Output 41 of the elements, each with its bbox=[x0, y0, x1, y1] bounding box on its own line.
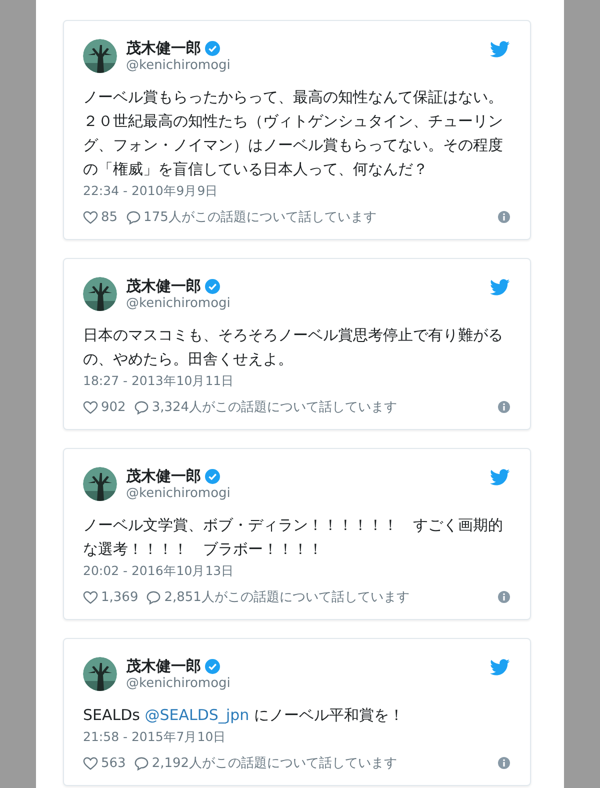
speech-bubble-icon[interactable] bbox=[146, 590, 162, 604]
info-icon[interactable] bbox=[498, 757, 510, 769]
tweet-text: SEALDs @SEALDS_jpn にノーベル平和賞を！ bbox=[83, 705, 405, 726]
tweet-timestamp[interactable]: 18:27 - 2013年10月11日 bbox=[83, 373, 510, 390]
tweet-text: ノーベル賞もらったからって、最高の知性なんて保証はない。２０世紀最高の知性たち（ヴィトゲンシュタイン、チューリング、フォン・ノイマン）はノーベル賞もらってない。その程度の「権威」を盲信している日本人って、何なんだ？ bbox=[83, 87, 504, 180]
bird-icon[interactable] bbox=[490, 659, 510, 676]
tweet-text: ノーベル文学賞、ボブ・ディラン！！！！！！ すごく画期的な選考！！！！ ブラボー！！！！ bbox=[83, 515, 504, 560]
info-icon[interactable] bbox=[498, 401, 510, 413]
tweet-timestamp[interactable]: 20:02 - 2016年10月13日 bbox=[83, 563, 510, 580]
heart-icon[interactable] bbox=[83, 756, 98, 770]
author-handle[interactable]: @kenichiromogi bbox=[126, 486, 481, 501]
mention-link[interactable]: @SEALDS_jpn bbox=[144, 706, 250, 724]
conversation-link[interactable]: 2,192人がこの話題について話しています bbox=[152, 754, 498, 772]
like-count: 902 bbox=[101, 400, 126, 414]
tweet-timestamp[interactable]: 22:34 - 2010年9月9日 bbox=[83, 183, 510, 200]
heart-icon[interactable] bbox=[83, 210, 98, 224]
heart-icon[interactable] bbox=[83, 590, 98, 604]
tweet-text: 日本のマスコミも、そろそろノーベル賞思考停止で有り難がるの、やめたら。田舎くせえよ。 bbox=[83, 325, 504, 370]
bird-icon[interactable] bbox=[490, 279, 510, 296]
author-name[interactable]: 茂木健一郎 bbox=[126, 39, 201, 58]
like-count: 563 bbox=[101, 756, 126, 770]
author-name[interactable]: 茂木健一郎 bbox=[126, 467, 201, 486]
bird-icon[interactable] bbox=[490, 41, 510, 58]
conversation-link[interactable]: 2,851人がこの話題について話しています bbox=[164, 588, 498, 606]
speech-bubble-icon[interactable] bbox=[134, 400, 149, 414]
tweet-timestamp[interactable]: 21:58 - 2015年7月10日 bbox=[83, 729, 510, 746]
author-handle[interactable]: @kenichiromogi bbox=[126, 296, 481, 311]
author-handle[interactable]: @kenichiromogi bbox=[126, 676, 481, 691]
author-name[interactable]: 茂木健一郎 bbox=[126, 657, 201, 676]
speech-bubble-icon[interactable] bbox=[126, 210, 141, 224]
like-count: 1,369 bbox=[101, 590, 138, 604]
like-count: 85 bbox=[101, 210, 118, 224]
heart-icon[interactable] bbox=[83, 400, 98, 414]
info-icon[interactable] bbox=[498, 211, 510, 223]
conversation-link[interactable]: 3,324人がこの話題について話しています bbox=[152, 398, 498, 416]
conversation-link[interactable]: 175人がこの話題について話しています bbox=[144, 208, 498, 226]
bird-icon[interactable] bbox=[490, 469, 510, 486]
info-icon[interactable] bbox=[498, 591, 510, 603]
author-name[interactable]: 茂木健一郎 bbox=[126, 277, 201, 296]
author-handle[interactable]: @kenichiromogi bbox=[126, 58, 481, 73]
speech-bubble-icon[interactable] bbox=[134, 756, 149, 770]
